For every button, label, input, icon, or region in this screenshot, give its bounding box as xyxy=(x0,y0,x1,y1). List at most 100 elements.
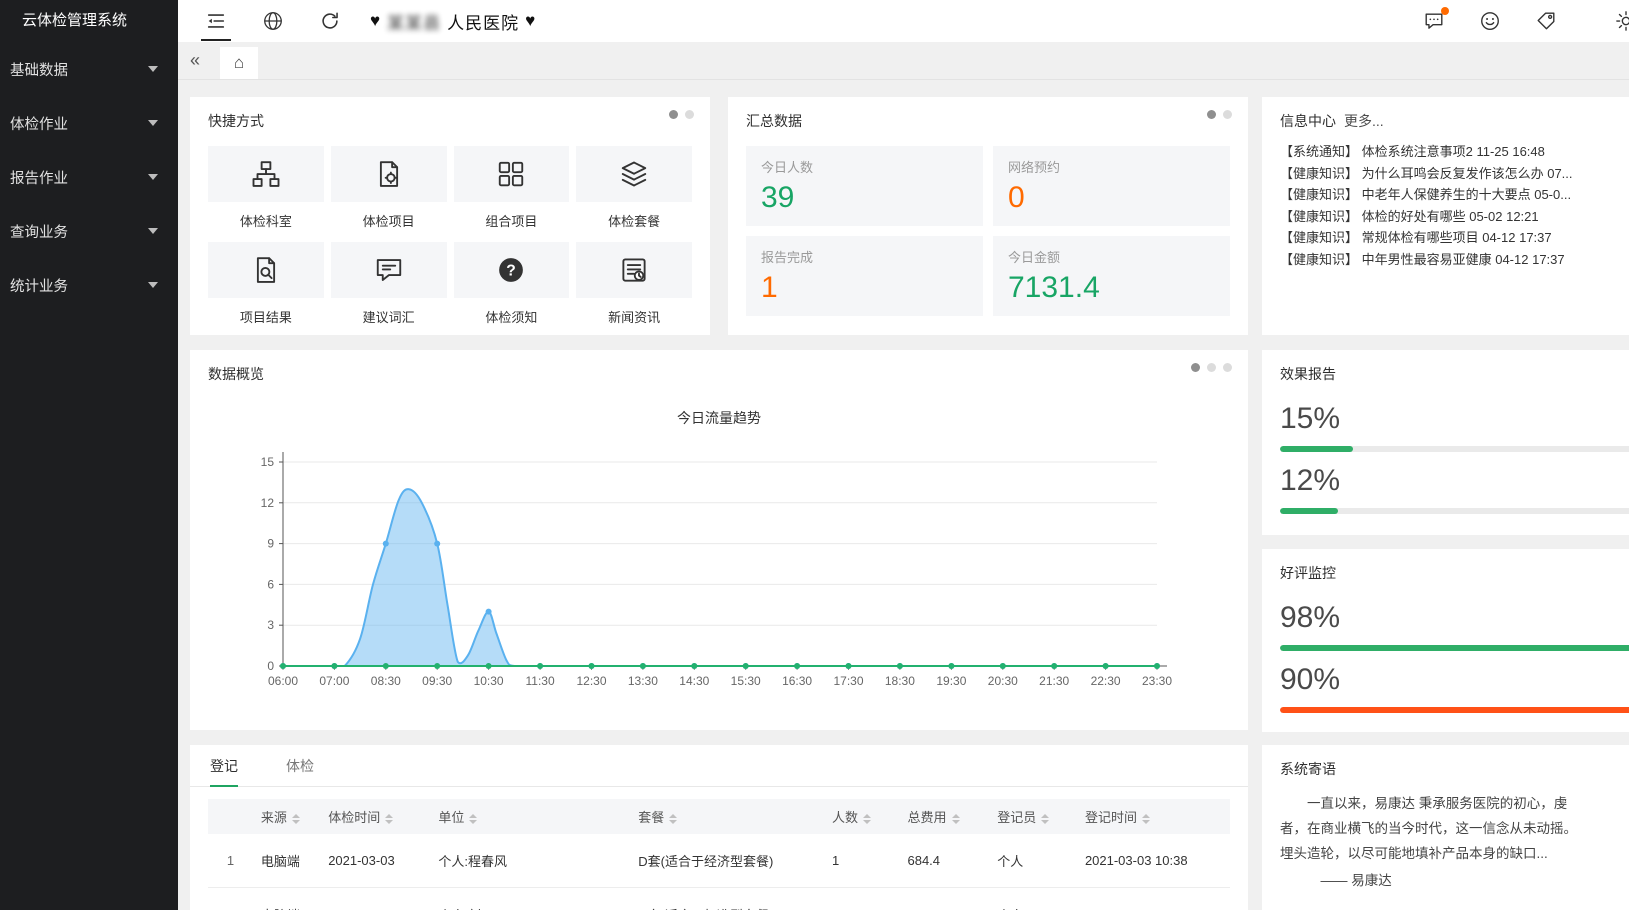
column-header-2[interactable]: 体检时间 xyxy=(320,799,430,834)
stat-box-3: 今日金额7131.4 xyxy=(993,236,1230,316)
sidebar-menu: 基础数据体检作业报告作业查询业务统计业务 xyxy=(0,42,178,312)
quick-action-5[interactable]: 建议词汇 xyxy=(331,242,447,338)
card-title-info: 信息中心更多... xyxy=(1262,97,1629,131)
sidebar-item-2[interactable]: 报告作业 xyxy=(0,150,178,204)
carousel-dot[interactable] xyxy=(1207,110,1216,119)
main-content: 快捷方式 体检科室体检项目组合项目体检套餐项目结果建议词汇?体检须知新闻资讯 汇… xyxy=(178,80,1629,910)
svg-text:13:30: 13:30 xyxy=(628,674,658,688)
quick-action-label: 组合项目 xyxy=(454,202,570,242)
metric-value: 90% xyxy=(1280,663,1629,697)
column-header-8[interactable]: 登记时间 xyxy=(1077,799,1230,834)
table-cell: 电脑端 xyxy=(253,888,320,910)
tab-1[interactable]: 体检 xyxy=(286,745,314,787)
layers-icon xyxy=(576,146,692,202)
sidebar-item-0[interactable]: 基础数据 xyxy=(0,42,178,96)
card-title-summary: 汇总数据 xyxy=(728,97,1248,131)
news-item[interactable]: 【系统通知】 体检系统注意事项2 11-25 16:48 xyxy=(1280,141,1629,163)
carousel-dot[interactable] xyxy=(1223,110,1232,119)
news-item[interactable]: 【健康知识】 体检的好处有哪些 05-02 12:21 xyxy=(1280,206,1629,228)
card-effect-report: 效果报告 15%12% xyxy=(1262,350,1629,535)
hospital-name-redacted: 某某县 xyxy=(387,9,441,34)
card-data-overview: 数据概览 今日流量趋势 0369121506:0007:0008:3009:30… xyxy=(190,350,1248,730)
table-cell: 684.4 xyxy=(899,834,989,888)
progress-fill xyxy=(1280,508,1338,514)
tab-0[interactable]: 登记 xyxy=(210,745,238,787)
sidebar-item-label: 查询业务 xyxy=(10,221,68,242)
stat-value: 7131.4 xyxy=(1008,271,1215,305)
svg-text:11:30: 11:30 xyxy=(526,674,555,688)
svg-text:3: 3 xyxy=(267,618,274,632)
progress-fill xyxy=(1280,707,1629,713)
svg-text:15: 15 xyxy=(261,455,275,469)
carousel-dot[interactable] xyxy=(1191,363,1200,372)
svg-text:19:30: 19:30 xyxy=(936,674,966,688)
app-title: 云体检管理系统 xyxy=(0,0,178,42)
column-header-6[interactable]: 总费用 xyxy=(899,799,989,834)
quick-action-label: 新闻资讯 xyxy=(576,298,692,338)
news-item[interactable]: 【健康知识】 中年男性最容易亚健康 04-12 17:37 xyxy=(1280,249,1629,271)
quick-action-3[interactable]: 体检套餐 xyxy=(576,146,692,242)
more-link[interactable]: 更多... xyxy=(1344,113,1384,129)
card-title-overview: 数据概览 xyxy=(190,350,1248,384)
table-row[interactable]: 1电脑端2021-03-03个人:程春风D套(适合于经济型套餐)1684.4个人… xyxy=(208,834,1230,888)
card-praise-monitor: 好评监控 98%90% xyxy=(1262,549,1629,732)
news-item[interactable]: 【健康知识】 中老年人保健养生的十大要点 05-0... xyxy=(1280,184,1629,206)
carousel-dot[interactable] xyxy=(1223,363,1232,372)
sidebar-item-3[interactable]: 查询业务 xyxy=(0,204,178,258)
column-header-4[interactable]: 套餐 xyxy=(630,799,824,834)
carousel-dots xyxy=(669,110,694,119)
table-cell: 1 xyxy=(824,834,899,888)
chevron-down-icon xyxy=(148,228,158,234)
column-header-3[interactable]: 单位 xyxy=(430,799,630,834)
menu-fold-icon[interactable] xyxy=(204,9,228,33)
column-header-empty xyxy=(208,799,253,834)
carousel-dot[interactable] xyxy=(1207,363,1216,372)
bubble-lines-icon xyxy=(331,242,447,298)
doc-search-icon xyxy=(208,242,324,298)
refresh-icon[interactable] xyxy=(318,9,342,33)
carousel-dot[interactable] xyxy=(685,110,694,119)
topbar: ♥ 某某县 人民医院 ♥ xyxy=(178,0,1629,42)
tab-home[interactable]: ⌂ xyxy=(220,47,258,79)
quick-action-4[interactable]: 项目结果 xyxy=(208,242,324,338)
table-cell: 489 xyxy=(899,888,989,910)
effect-metrics: 15%12% xyxy=(1262,384,1629,514)
sort-icon xyxy=(1041,814,1049,824)
quick-action-0[interactable]: 体检科室 xyxy=(208,146,324,242)
quick-actions-grid: 体检科室体检项目组合项目体检套餐项目结果建议词汇?体检须知新闻资讯 xyxy=(208,146,692,338)
column-header-1[interactable]: 来源 xyxy=(253,799,320,834)
question-icon: ? xyxy=(454,242,570,298)
sidebar-item-4[interactable]: 统计业务 xyxy=(0,258,178,312)
quick-action-6[interactable]: ?体检须知 xyxy=(454,242,570,338)
news-item[interactable]: 【健康知识】 为什么耳鸣会反复发作该怎么办 07... xyxy=(1280,163,1629,185)
table-cell: 个人:程春风 xyxy=(430,834,630,888)
card-info-center: 信息中心更多... 【系统通知】 体检系统注意事项2 11-25 16:48【健… xyxy=(1262,97,1629,335)
message-bubble-icon[interactable] xyxy=(1422,9,1446,33)
collapse-tabs-icon[interactable]: « xyxy=(190,50,200,71)
org-icon xyxy=(208,146,324,202)
quick-action-label: 项目结果 xyxy=(208,298,324,338)
register-table-wrap: 来源体检时间单位套餐人数总费用登记员登记时间 1电脑端2021-03-03个人:… xyxy=(208,799,1230,910)
card-quick-actions: 快捷方式 体检科室体检项目组合项目体检套餐项目结果建议词汇?体检须知新闻资讯 xyxy=(190,97,710,335)
column-header-5[interactable]: 人数 xyxy=(824,799,899,834)
column-header-7[interactable]: 登记员 xyxy=(989,799,1077,834)
table-cell: 2021-03-03 10:21 xyxy=(1077,888,1230,910)
sidebar-item-1[interactable]: 体检作业 xyxy=(0,96,178,150)
svg-text:22:30: 22:30 xyxy=(1091,674,1121,688)
table-cell: 2021-03-03 xyxy=(320,834,430,888)
globe-icon[interactable] xyxy=(261,9,285,33)
carousel-dot[interactable] xyxy=(669,110,678,119)
chevron-down-icon xyxy=(148,120,158,126)
gear-icon[interactable] xyxy=(1614,9,1629,33)
tag-icon[interactable] xyxy=(1534,9,1558,33)
quick-action-label: 建议词汇 xyxy=(331,298,447,338)
svg-text:09:30: 09:30 xyxy=(422,674,452,688)
quick-action-1[interactable]: 体检项目 xyxy=(331,146,447,242)
face-icon[interactable] xyxy=(1478,9,1502,33)
stat-label: 今日人数 xyxy=(761,157,968,176)
quick-action-label: 体检科室 xyxy=(208,202,324,242)
table-row[interactable]: 2电脑端2021-03-03个人:刘一C套(适合于标准型套餐)1489个人202… xyxy=(208,888,1230,910)
quick-action-7[interactable]: 新闻资讯 xyxy=(576,242,692,338)
news-item[interactable]: 【健康知识】 常规体检有哪些项目 04-12 17:37 xyxy=(1280,227,1629,249)
quick-action-2[interactable]: 组合项目 xyxy=(454,146,570,242)
